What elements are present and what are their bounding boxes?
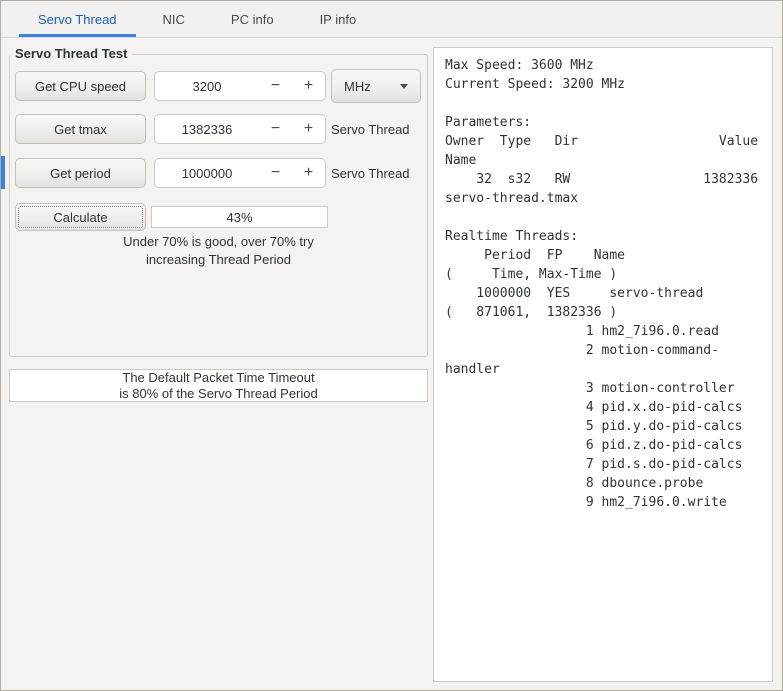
chevron-down-icon bbox=[400, 83, 408, 89]
period-spinbox[interactable]: 1000000 − + bbox=[154, 158, 326, 188]
calculate-label: Calculate bbox=[53, 209, 108, 225]
timeout-note-line-1: The Default Packet Time Timeout bbox=[122, 369, 315, 385]
get-tmax-label: Get tmax bbox=[54, 121, 107, 137]
tmax-thread-label: Servo Thread bbox=[331, 121, 410, 137]
get-tmax-button[interactable]: Get tmax bbox=[15, 114, 146, 144]
tab-pc-info[interactable]: PC info bbox=[208, 1, 297, 37]
tab-servo-thread[interactable]: Servo Thread bbox=[15, 1, 140, 37]
app-window: Servo Thread NIC PC info IP info Servo T… bbox=[0, 0, 783, 691]
tmax-decrement-button[interactable]: − bbox=[259, 115, 292, 143]
period-increment-button[interactable]: + bbox=[292, 159, 325, 187]
hint-line-1: Under 70% is good, over 70% try bbox=[123, 234, 314, 249]
unit-dropdown-value: MHz bbox=[344, 78, 371, 94]
get-period-button[interactable]: Get period bbox=[15, 158, 146, 188]
tab-pc-info-label: PC info bbox=[230, 11, 274, 27]
hint-line-2: increasing Thread Period bbox=[145, 252, 291, 267]
result-field[interactable]: 43% bbox=[151, 206, 328, 228]
get-period-label: Get period bbox=[50, 165, 111, 181]
cpu-speed-spinbox[interactable]: 3200 − + bbox=[154, 71, 326, 101]
tab-bar: Servo Thread NIC PC info IP info bbox=[1, 1, 782, 38]
tmax-value[interactable]: 1382336 bbox=[155, 115, 259, 143]
output-text: Max Speed: 3600 MHz Current Speed: 3200 … bbox=[445, 58, 759, 510]
focus-indicator bbox=[1, 156, 5, 189]
unit-dropdown[interactable]: MHz bbox=[331, 69, 421, 103]
period-value[interactable]: 1000000 bbox=[155, 159, 259, 187]
period-thread-label: Servo Thread bbox=[331, 165, 410, 181]
frame-title: Servo Thread Test bbox=[10, 46, 133, 61]
get-cpu-speed-label: Get CPU speed bbox=[34, 78, 127, 94]
tmax-spinbox[interactable]: 1382336 − + bbox=[154, 114, 326, 144]
output-text-view[interactable]: Max Speed: 3600 MHz Current Speed: 3200 … bbox=[433, 47, 773, 682]
tab-servo-thread-label: Servo Thread bbox=[38, 11, 117, 27]
cpu-speed-decrement-button[interactable]: − bbox=[259, 72, 292, 100]
get-cpu-speed-button[interactable]: Get CPU speed bbox=[15, 71, 146, 101]
tab-ip-info-label: IP info bbox=[319, 11, 357, 27]
tab-nic[interactable]: NIC bbox=[140, 1, 208, 37]
cpu-speed-value[interactable]: 3200 bbox=[155, 72, 259, 100]
calculate-button[interactable]: Calculate bbox=[15, 203, 146, 231]
tab-ip-info[interactable]: IP info bbox=[297, 1, 380, 37]
cpu-speed-increment-button[interactable]: + bbox=[292, 72, 325, 100]
timeout-note-line-2: is 80% of the Servo Thread Period bbox=[119, 385, 318, 401]
result-value: 43% bbox=[226, 209, 253, 225]
period-decrement-button[interactable]: − bbox=[259, 159, 292, 187]
tmax-increment-button[interactable]: + bbox=[292, 115, 325, 143]
timeout-note-box: The Default Packet Time Timeout is 80% o… bbox=[9, 369, 428, 402]
tab-nic-label: NIC bbox=[162, 11, 185, 27]
